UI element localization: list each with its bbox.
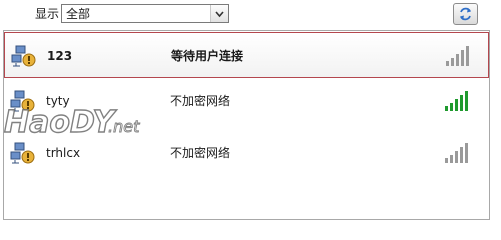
filter-selected-value: 全部: [66, 7, 91, 21]
filter-label: 显示: [35, 7, 60, 21]
wireless-network-icon: [10, 141, 36, 165]
network-status: 等待用户连接: [171, 49, 244, 63]
watermark-logo: HaoDY .net: [3, 104, 140, 140]
svg-text:.net: .net: [108, 117, 140, 136]
network-name: trhlcx: [46, 146, 81, 160]
network-status: 不加密网络: [170, 94, 231, 108]
signal-strength-icon: [443, 141, 471, 165]
network-row[interactable]: 123 等待用户连接: [4, 32, 489, 78]
signal-strength-icon: [443, 89, 471, 113]
signal-strength-icon: [444, 44, 472, 68]
svg-text:HaoDY: HaoDY: [4, 105, 118, 140]
chevron-down-icon[interactable]: [210, 5, 228, 22]
refresh-icon: [460, 7, 471, 21]
network-name: 123: [47, 49, 73, 63]
refresh-button[interactable]: [453, 3, 478, 25]
wireless-network-icon: [11, 44, 37, 68]
network-status: 不加密网络: [170, 146, 231, 160]
filter-select[interactable]: 全部: [61, 4, 229, 23]
